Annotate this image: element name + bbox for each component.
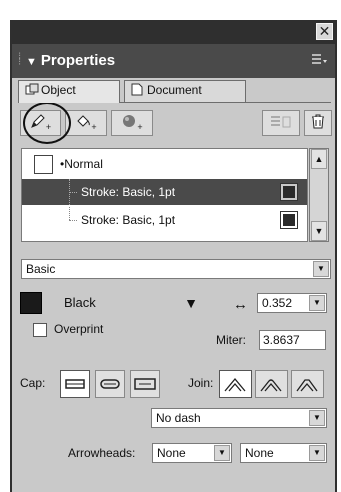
attribute-list-scrollbar[interactable]: ▲ ▼	[309, 148, 329, 242]
tree-line	[69, 220, 77, 221]
attribute-label: •Normal	[60, 157, 103, 171]
add-stroke-button[interactable]: +	[20, 110, 61, 136]
tab-bar: Object Document	[18, 80, 334, 103]
add-fill-button[interactable]: +	[65, 110, 107, 136]
arrowheads-label: Arrowheads:	[68, 446, 136, 460]
stroke-color-swatch[interactable]	[280, 211, 298, 229]
paint-bucket-icon	[75, 113, 91, 129]
add-effect-button[interactable]: +	[111, 110, 153, 136]
object-icon	[25, 83, 39, 96]
join-button-group	[219, 370, 324, 398]
document-icon	[131, 83, 145, 96]
dash-select[interactable]: No dash ▼	[151, 408, 327, 428]
collapse-icon: ▼	[26, 56, 37, 68]
arrowhead-end-select[interactable]: None ▼	[240, 443, 327, 463]
attribute-row-normal[interactable]: •Normal	[22, 151, 307, 177]
cap-button-group	[60, 370, 162, 398]
chevron-down-icon: ▼	[309, 295, 325, 311]
join-miter-button[interactable]	[219, 370, 252, 398]
close-button[interactable]: ✕	[316, 23, 333, 40]
tree-line	[69, 192, 77, 193]
join-round-button[interactable]	[255, 370, 288, 398]
fill-swatch[interactable]	[34, 155, 53, 174]
trash-icon	[311, 114, 325, 129]
tab-object[interactable]: Object	[18, 80, 120, 103]
window-titlebar: ✕	[10, 20, 337, 44]
attribute-row-stroke[interactable]: Stroke: Basic, 1pt	[22, 207, 307, 233]
trash-button[interactable]	[304, 110, 332, 136]
stroke-width-icon: ↔	[233, 296, 248, 313]
panel-title[interactable]: ▼ Properties	[26, 52, 115, 69]
list-delete-icon	[270, 115, 292, 129]
delete-attribute-button[interactable]	[262, 110, 300, 136]
close-icon: ✕	[318, 23, 331, 39]
scroll-up-icon[interactable]: ▲	[311, 149, 327, 169]
join-bevel-button[interactable]	[291, 370, 324, 398]
stroke-type-select[interactable]: Basic ▼	[21, 259, 331, 279]
overprint-checkbox[interactable]	[33, 323, 47, 337]
cap-round-button[interactable]	[95, 370, 125, 398]
color-name-dropdown[interactable]: Black ▼	[54, 292, 202, 314]
join-label: Join:	[188, 376, 214, 390]
chevron-down-icon: ▼	[214, 445, 230, 461]
tree-line	[69, 207, 70, 220]
stroke-color-swatch[interactable]	[280, 183, 298, 201]
cap-square-button[interactable]	[130, 370, 160, 398]
attribute-toolbar: + + +	[20, 110, 332, 136]
scroll-down-icon[interactable]: ▼	[311, 221, 327, 241]
effect-sphere-icon	[121, 113, 137, 129]
miter-label: Miter:	[216, 333, 246, 347]
panel-header[interactable]: ⁝ ⁝ ▼ Properties	[12, 44, 335, 78]
miter-input[interactable]: 3.8637	[259, 330, 326, 350]
attribute-list: •Normal Stroke: Basic, 1pt Stroke: Basic…	[21, 148, 308, 242]
tab-document[interactable]: Document	[124, 80, 246, 102]
cap-label: Cap:	[20, 376, 46, 390]
dropdown-arrow-icon: ▼	[184, 295, 198, 311]
chevron-down-icon: ▼	[313, 261, 329, 277]
chevron-down-icon: ▼	[309, 445, 325, 461]
arrowhead-start-select[interactable]: None ▼	[152, 443, 232, 463]
pencil-icon	[30, 113, 46, 129]
overprint-label: Overprint	[54, 322, 104, 336]
attribute-label: Stroke: Basic, 1pt	[81, 213, 176, 227]
grip-icon[interactable]: ⁝ ⁝	[18, 52, 21, 68]
stroke-width-input[interactable]: 0.352 ▼	[257, 293, 327, 313]
stroke-color-swatch[interactable]	[20, 292, 42, 314]
attribute-label: Stroke: Basic, 1pt	[81, 185, 176, 199]
panel-options-icon[interactable]	[311, 52, 327, 66]
cap-butt-button[interactable]	[60, 370, 90, 398]
chevron-down-icon: ▼	[309, 410, 325, 426]
attribute-row-stroke-selected[interactable]: Stroke: Basic, 1pt	[22, 179, 307, 205]
